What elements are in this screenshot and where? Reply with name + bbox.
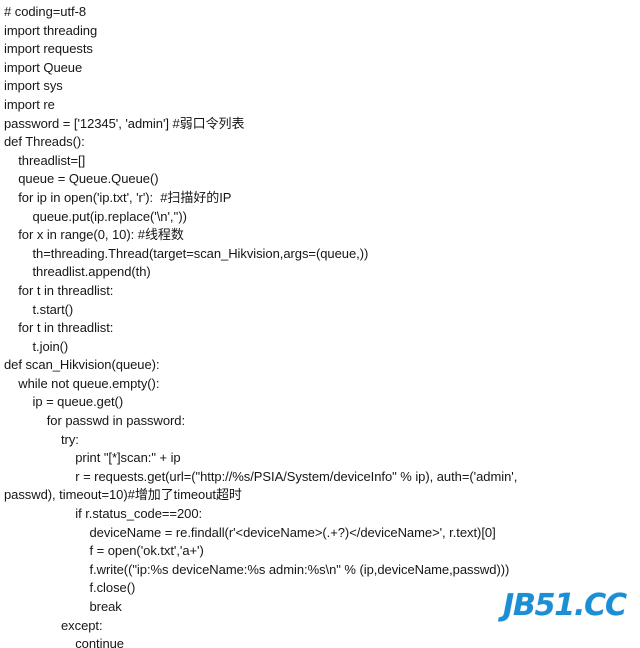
code-line: ip = queue.get()	[4, 394, 124, 410]
code-line: import sys	[4, 78, 63, 94]
code-line: threadlist.append(th)	[4, 264, 151, 280]
code-screenshot-page: # coding=utf-8 import threading import r…	[0, 0, 640, 648]
code-line: import re	[4, 96, 55, 112]
code-line: import requests	[4, 41, 93, 57]
code-line: def Threads():	[4, 134, 85, 150]
code-line: t.start()	[4, 301, 74, 317]
code-line: f.write(("ip:%s deviceName:%s admin:%s\n…	[4, 561, 510, 577]
code-line: for ip in open('ip.txt', 'r'): #扫描好的IP	[4, 189, 232, 205]
code-line: print "[*]scan:" + ip	[4, 450, 181, 466]
code-line: passwd), timeout=10)#增加了timeout超时	[4, 487, 242, 503]
code-line: # coding=utf-8	[4, 4, 87, 19]
code-line: for x in range(0, 10): #线程数	[4, 227, 184, 243]
code-line: deviceName = re.findall(r'<deviceName>(.…	[4, 524, 496, 540]
code-line: for passwd in password:	[4, 413, 186, 429]
code-line: queue = Queue.Queue()	[4, 171, 159, 187]
code-line: password = ['12345', 'admin'] #弱口令列表	[4, 115, 245, 131]
code-line: t.join()	[4, 338, 69, 354]
code-line: for t in threadlist:	[4, 320, 114, 336]
site-watermark: JB51.CC	[503, 588, 627, 623]
code-line: f = open('ok.txt','a+')	[4, 543, 204, 559]
code-line: th=threading.Thread(target=scan_Hikvisio…	[4, 245, 369, 261]
code-line: while not queue.empty():	[4, 375, 160, 391]
code-line: continue	[4, 636, 124, 648]
code-line: import threading	[4, 22, 98, 38]
code-line: try:	[4, 431, 79, 447]
source-code-block: # coding=utf-8 import threading import r…	[0, 0, 640, 648]
code-line: threadlist=[]	[4, 152, 86, 168]
code-line: r = requests.get(url=("http://%s/PSIA/Sy…	[4, 468, 518, 484]
code-line: queue.put(ip.replace('\n',''))	[4, 208, 187, 224]
code-line: import Queue	[4, 59, 83, 75]
code-line: def scan_Hikvision(queue):	[4, 357, 160, 373]
code-line: for t in threadlist:	[4, 282, 114, 298]
code-line: if r.status_code==200:	[4, 506, 203, 522]
